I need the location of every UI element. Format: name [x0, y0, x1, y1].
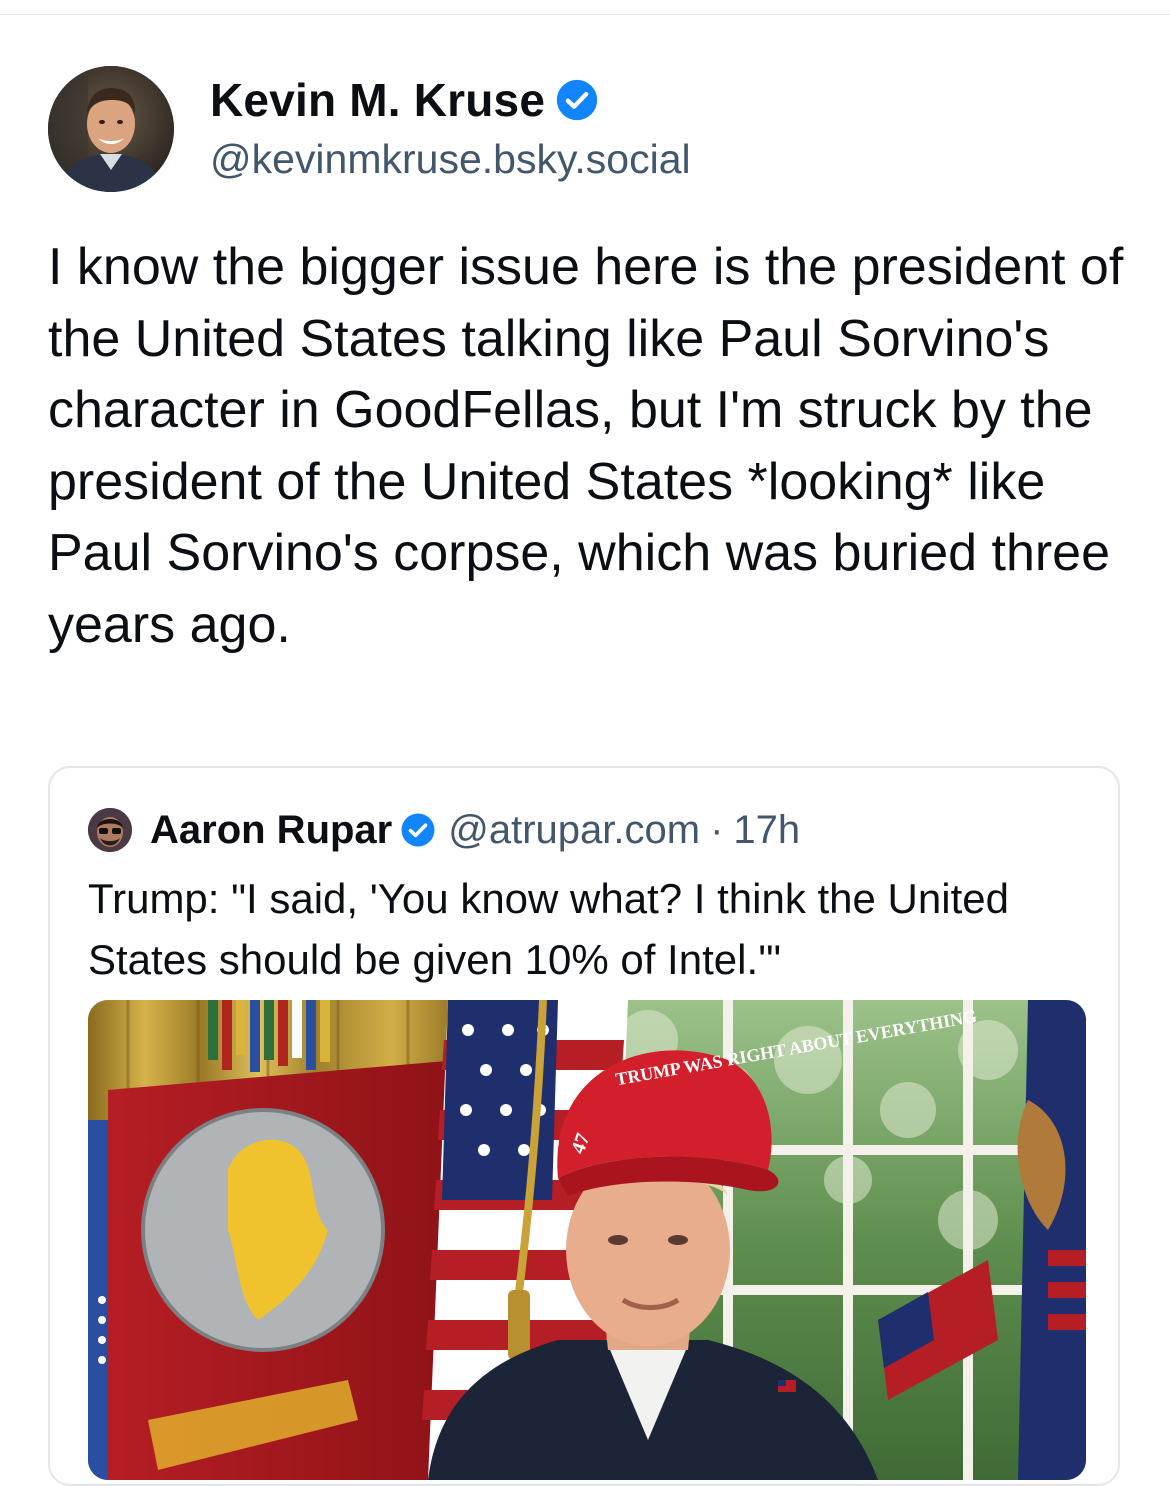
author-handle[interactable]: @kevinmkruse.bsky.social — [210, 136, 691, 183]
top-divider — [0, 14, 1170, 15]
quote-author-handle[interactable]: @atrupar.com — [448, 808, 700, 853]
quote-header: Aaron Rupar @atrupar.com · 17h — [88, 802, 800, 858]
quote-timestamp[interactable]: 17h — [733, 808, 800, 853]
quote-author-name[interactable]: Aaron Rupar — [150, 808, 392, 853]
quote-media-image[interactable]: TRUMP WAS RIGHT ABOUT EVERYTHING 47 — [88, 1000, 1086, 1480]
quote-post-card[interactable]: Aaron Rupar @atrupar.com · 17h Trump: "I… — [48, 766, 1120, 1486]
media-scene: TRUMP WAS RIGHT ABOUT EVERYTHING 47 — [88, 1000, 1086, 1480]
post-text: I know the bigger issue here is the pres… — [48, 238, 1138, 654]
verified-check-icon — [400, 812, 436, 848]
verified-check-icon — [555, 78, 599, 122]
author-name[interactable]: Kevin M. Kruse — [210, 73, 545, 127]
author-name-row[interactable]: Kevin M. Kruse — [210, 70, 599, 130]
quote-author-avatar[interactable] — [88, 808, 132, 852]
author-avatar[interactable] — [48, 66, 174, 192]
separator-dot: · — [710, 807, 724, 852]
author-avatar-image — [48, 66, 174, 192]
quote-text: Trump: "I said, 'You know what? I think … — [88, 875, 1009, 983]
